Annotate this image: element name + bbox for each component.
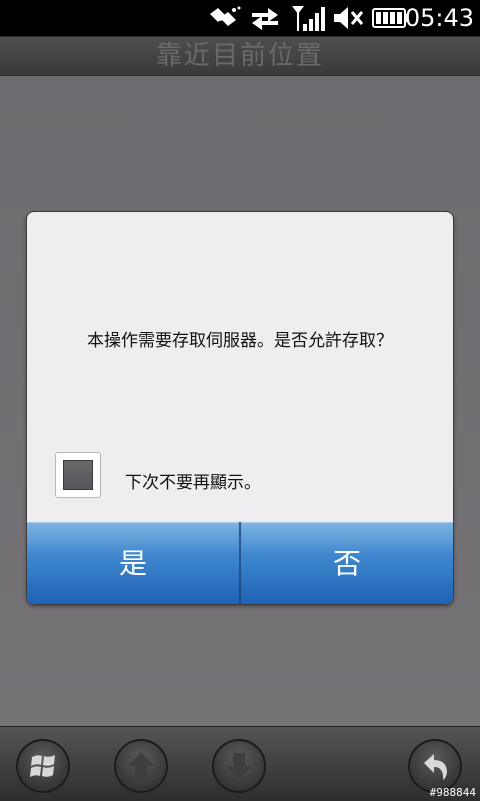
confirm-dialog: 本操作需要存取伺服器。是否允許存取？ 下次不要再顯示。 是 否 [27,212,453,604]
clock: 05:43 [404,4,474,32]
dialog-message: 本操作需要存取伺服器。是否允許存取？ [87,331,393,351]
back-button[interactable] [408,739,462,793]
volume-muted-icon [334,7,364,29]
checkbox-label: 下次不要再顯示。 [125,473,261,493]
bottom-bar: #988844 [0,726,480,801]
scroll-up-button[interactable] [114,739,168,793]
arrow-down-icon [226,753,252,780]
no-button[interactable]: 否 [241,522,453,604]
arrow-up-icon [128,752,154,779]
status-bar: 05:43 [0,0,480,36]
page-title: 靠近目前位置 [155,41,324,71]
title-bar: 靠近目前位置 [0,36,480,76]
windows-start-icon [30,755,55,777]
watermark: #988844 [429,786,476,799]
satellite-icon [210,6,241,26]
checkbox-box [63,460,93,490]
back-icon [424,754,447,780]
signal-icon [292,6,325,31]
data-transfer-icon [252,8,278,30]
dont-show-again-checkbox[interactable] [55,452,101,498]
yes-button[interactable]: 是 [27,522,239,604]
start-button[interactable] [16,739,70,793]
scroll-down-button[interactable] [212,739,266,793]
